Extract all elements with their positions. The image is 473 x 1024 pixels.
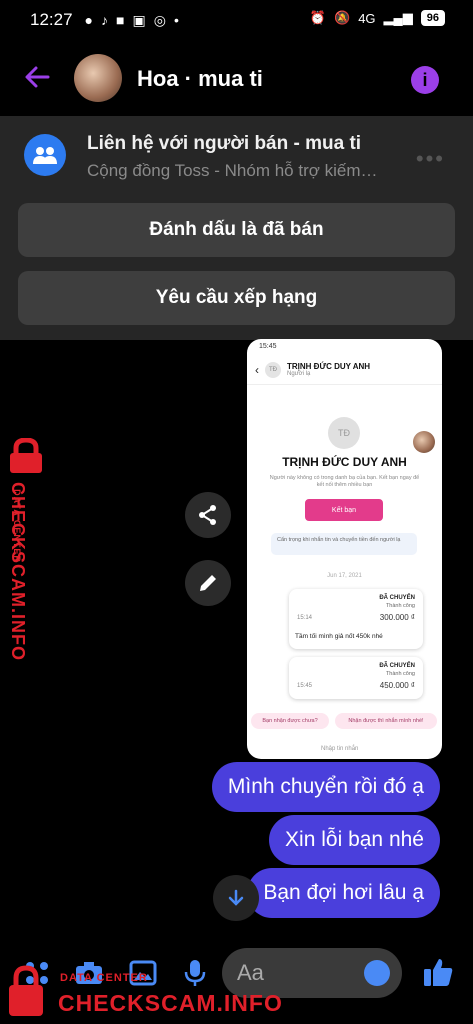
- lock-icon: [9, 965, 43, 1016]
- image-message[interactable]: 15:45 ‹ TĐ TRỊNH ĐỨC DUY ANH Người lạ TĐ…: [247, 339, 442, 759]
- lock-icon: [10, 438, 42, 473]
- message-bubble[interactable]: Bạn đợi hơi lâu ạ: [247, 868, 440, 918]
- embedded-suggestion: Bạn nhận được chưa?: [251, 713, 329, 729]
- embedded-avatar: TĐ: [265, 361, 281, 378]
- dot-icon: •: [173, 12, 179, 28]
- scroll-down-button[interactable]: [213, 875, 259, 921]
- card-status: Thành công: [385, 671, 415, 677]
- embedded-input-placeholder: Nhập tin nhắn: [321, 746, 359, 752]
- status-bar: 12:27 ● ♪ ■ ▣ ◎ • ⏰ 🔕 4G ▂▄▆ 96: [0, 0, 473, 40]
- embedded-profile-note: Người này không có trong danh bạ của bạn…: [269, 475, 420, 488]
- group-title: Liên hệ với người bán - mua ti: [87, 133, 362, 154]
- back-arrow-icon[interactable]: [22, 62, 52, 92]
- group-subtitle: Cộng đồng Toss - Nhóm hỗ trợ kiếm…: [87, 161, 378, 180]
- embedded-add-friend-button: Kết bạn: [305, 499, 383, 521]
- group-context-panel: Liên hệ với người bán - mua ti Cộng đồng…: [0, 116, 473, 340]
- emoji-icon[interactable]: [364, 960, 390, 986]
- more-options-icon[interactable]: •••: [416, 146, 445, 172]
- card-status: Thành công: [385, 603, 415, 609]
- battery-icon: 96: [420, 10, 445, 26]
- wifi-app-icon: ▣: [132, 11, 146, 28]
- embedded-header: ‹ TĐ TRỊNH ĐỨC DUY ANH Người lạ: [247, 355, 442, 385]
- embedded-suggestion: Nhận được thì nhắn mình nhé!: [335, 713, 437, 729]
- embedded-contact-name: TRỊNH ĐỨC DUY ANH: [287, 362, 371, 371]
- card-label: ĐÃ CHUYỂN: [379, 595, 415, 601]
- embedded-transfer-card: ĐÃ CHUYỂN Thành công 450.000 ₫ 15:45: [289, 657, 423, 699]
- embedded-date: Jun 17, 2021: [327, 573, 362, 579]
- embedded-add-friend-label: Kết bạn: [331, 506, 357, 514]
- messenger-icon: ●: [84, 12, 94, 28]
- embedded-transfer-card: ĐÃ CHUYỂN Thành công 300.000 ₫ 15:14 Tầm…: [289, 589, 423, 649]
- tiktok-icon: ♪: [101, 12, 109, 28]
- card-amount: 450.000 ₫: [379, 681, 415, 690]
- group-icon: [24, 134, 66, 176]
- watermark-bottom: DATA CENTER CHECKSCAM.INFO: [0, 962, 300, 1022]
- watermark-text: CHECKSCAM.INFO: [58, 990, 283, 1016]
- card-time: 15:45: [297, 683, 313, 689]
- chat-title[interactable]: Hoa · mua ti: [137, 66, 263, 92]
- embedded-contact-status: Người lạ: [287, 371, 311, 377]
- thumbs-up-icon[interactable]: [422, 956, 454, 988]
- app-icon: ■: [116, 12, 125, 28]
- message-bubble[interactable]: Mình chuyển rồi đó ạ: [211, 762, 440, 812]
- watermark-side: DATA CENTER CHECKSCAM.INFO: [0, 436, 58, 676]
- embedded-warning: Cẩn trọng khi nhắn tin và chuyển tiền đế…: [271, 533, 417, 555]
- card-label: ĐÃ CHUYỂN: [379, 663, 415, 669]
- embedded-profile-name: TRỊNH ĐỨC DUY ANH: [282, 455, 407, 469]
- system-icons: ⏰ 🔕 4G ▂▄▆ 96: [310, 10, 445, 26]
- embedded-back-icon: ‹: [255, 362, 259, 377]
- watermark-text: CHECKSCAM.INFO: [8, 482, 28, 661]
- pencil-icon: [200, 575, 216, 591]
- card-time: 15:14: [297, 615, 313, 621]
- network-label: 4G: [358, 10, 376, 26]
- status-time: 12:27: [30, 10, 73, 29]
- watermark-small-text: DATA CENTER: [60, 972, 148, 984]
- signal-icon: ▂▄▆: [383, 10, 413, 25]
- sender-avatar: [413, 431, 435, 453]
- request-rating-button[interactable]: Yêu cầu xếp hạng: [18, 271, 455, 325]
- card-amount: 300.000 ₫: [379, 613, 415, 622]
- edit-button[interactable]: [185, 560, 231, 606]
- vpn-icon: ◎: [153, 11, 166, 28]
- notification-icons: ● ♪ ■ ▣ ◎ •: [85, 12, 179, 29]
- card-message: Tầm tối mình giả nốt 450k nhé: [295, 633, 383, 640]
- embedded-profile-avatar: TĐ: [328, 417, 360, 449]
- message-bubble[interactable]: Xin lỗi bạn nhé: [269, 815, 440, 865]
- mute-icon: 🔕: [334, 10, 351, 25]
- mark-sold-button[interactable]: Đánh dấu là đã bán: [18, 203, 455, 257]
- chat-header: Hoa · mua ti i: [0, 40, 473, 116]
- embedded-input: Nhập tin nhắn: [247, 739, 442, 759]
- embedded-time: 15:45: [259, 343, 277, 350]
- info-icon[interactable]: i: [411, 66, 439, 94]
- share-icon: [199, 505, 216, 525]
- alarm-icon: ⏰: [309, 10, 326, 25]
- contact-avatar[interactable]: [74, 54, 122, 102]
- embedded-status-bar: 15:45: [247, 339, 442, 355]
- share-button[interactable]: [185, 492, 231, 538]
- arrow-down-icon: [228, 889, 244, 906]
